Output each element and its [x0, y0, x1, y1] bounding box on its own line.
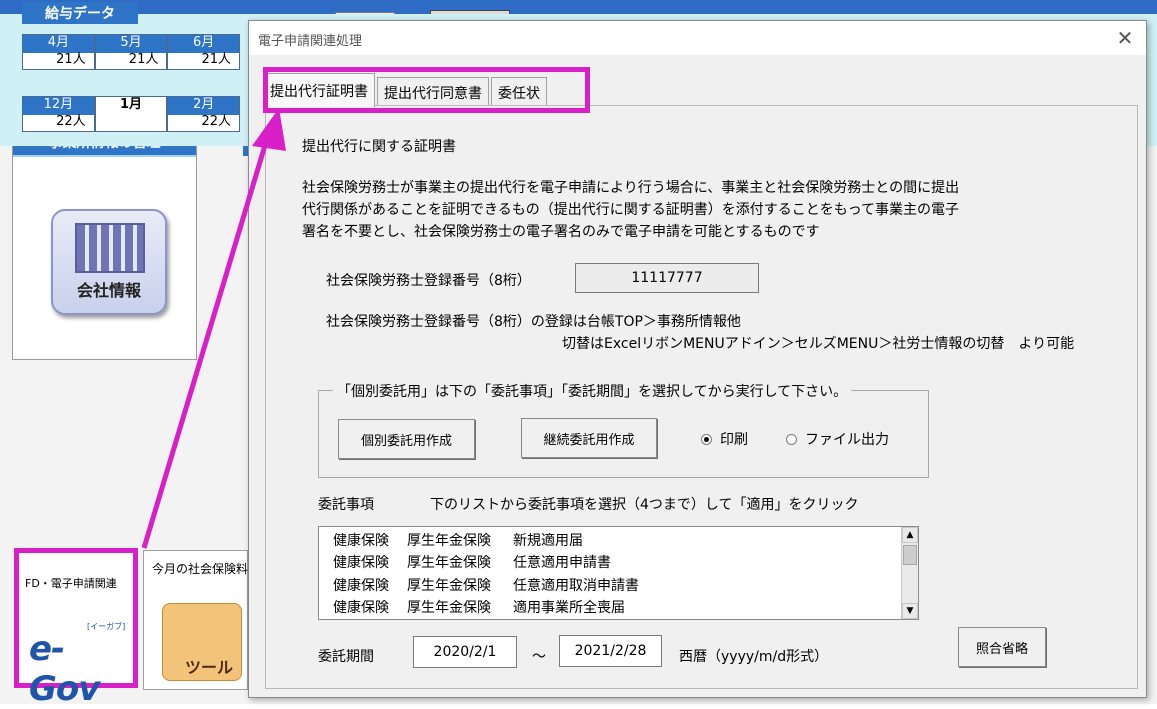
period-separator: ～ — [532, 649, 546, 665]
create-individual-delegation-button[interactable]: 個別委託用作成 — [338, 419, 475, 459]
building-icon — [75, 223, 145, 273]
delegation-period-label: 委託期間 — [318, 649, 374, 665]
skip-verification-button[interactable]: 照合省略 — [958, 627, 1046, 667]
period-end-input[interactable]: 2021/2/28 — [559, 635, 662, 667]
list-item[interactable]: 健康保険 厚生年金保険 任意適用取消申請書 — [333, 575, 639, 595]
list-item[interactable]: 健康保険 厚生年金保険 新規適用届 — [333, 530, 583, 550]
salary-data-header: 給与データ — [22, 2, 138, 24]
description-line: 代行関係があることを証明できるもの（提出代行に関する証明書）を添付することをもっ… — [302, 202, 960, 218]
create-continuous-delegation-button[interactable]: 継続委託用作成 — [521, 418, 657, 458]
delegation-items-instruction: 下のリストから委託事項を選択（4つまで）して「適用」をクリック — [430, 497, 859, 513]
office-info-panel: 事業所情報の管理 会社情報 — [12, 128, 197, 360]
delegation-group-box: 「個別委託用」は下の「委託事項」「委託期間」を選択してから実行して下さい。 個別… — [318, 381, 929, 478]
list-item[interactable]: 健康保険 厚生年金保険 適用事業所全喪届 — [333, 597, 625, 617]
company-info-button[interactable]: 会社情報 — [51, 209, 167, 315]
delegation-items-label: 委託事項 — [318, 497, 374, 513]
list-scrollbar[interactable]: ▲ ▼ — [901, 527, 918, 619]
period-start-input[interactable]: 2020/2/1 — [413, 636, 517, 668]
delegation-group-legend: 「個別委託用」は下の「委託事項」「委託期間」を選択してから実行して下さい。 — [333, 381, 852, 401]
egov-logo: e-Gov — [29, 629, 100, 709]
tab-page: 提出代行に関する証明書 社会保険労務士が事業主の提出代行を電子申請により行う場合… — [265, 105, 1138, 689]
tool-icon-label: ツール — [185, 658, 234, 677]
fd-e-application-label: FD・電子申請関連 — [25, 577, 117, 590]
list-item[interactable]: 健康保険 厚生年金保険 任意適用申請書 — [333, 552, 611, 572]
date-format-hint: 西暦（yyyy/m/d形式） — [679, 649, 829, 665]
e-application-dialog: 電子申請関連処理 ✕ 提出代行証明書 提出代行同意書 委任状 提出代行に関する証… — [248, 20, 1147, 698]
section-title: 提出代行に関する証明書 — [302, 139, 456, 155]
scroll-thumb[interactable] — [903, 545, 917, 565]
salary-month-row: 12月 22人 1月 2月 22人 — [22, 96, 241, 132]
salary-month-cell[interactable]: 5月 21人 — [94, 34, 168, 70]
social-insurance-tool-label: 今月の社会保険料 — [152, 562, 249, 576]
file-output-radio[interactable]: ファイル出力 — [786, 429, 889, 449]
description-line: 署名を不要とし、社会保険労務士の電子署名のみで電子申請を可能とするものです — [302, 224, 820, 240]
salary-month-cell[interactable]: 6月 21人 — [167, 34, 241, 70]
print-radio-label: 印刷 — [720, 432, 748, 448]
print-radio[interactable]: 印刷 — [701, 429, 748, 449]
salary-month-cell[interactable]: 4月 21人 — [22, 34, 95, 70]
file-output-radio-label: ファイル出力 — [805, 432, 889, 448]
tool-icon: ツール — [162, 603, 242, 681]
salary-month-cell-current[interactable]: 1月 — [94, 96, 168, 132]
registration-number-field: 11117777 — [575, 263, 759, 293]
salary-month-cell[interactable]: 2月 22人 — [167, 96, 241, 132]
salary-month-row: 4月 21人 5月 21人 6月 21人 — [22, 34, 241, 70]
tab-highlight-box — [263, 67, 590, 113]
fd-e-application-button[interactable]: FD・電子申請関連 [イーガブ] e-Gov — [14, 548, 138, 709]
company-info-label: 会社情報 — [76, 281, 141, 300]
radio-checked-icon — [701, 433, 712, 445]
description-line: 社会保険労務士が事業主の提出代行を電子申請により行う場合に、事業主と社会保険労務… — [302, 180, 960, 196]
close-icon[interactable]: ✕ — [1112, 25, 1138, 51]
salary-month-cell[interactable]: 12月 22人 — [22, 96, 95, 132]
dialog-title: 電子申請関連処理 — [258, 34, 363, 49]
delegation-items-listbox[interactable]: 健康保険 厚生年金保険 新規適用届 健康保険 厚生年金保険 任意適用申請書 健康保険 厚生… — [318, 526, 919, 620]
dialog-titlebar[interactable]: 電子申請関連処理 ✕ — [249, 21, 1146, 55]
registration-switch-note: 切替はExcelリボンMENUアドイン＞セルズMENU＞社労士情報の切替 より可… — [562, 336, 1075, 352]
scroll-up-icon[interactable]: ▲ — [902, 527, 918, 543]
scroll-down-icon[interactable]: ▼ — [902, 603, 918, 619]
social-insurance-tool-button[interactable]: 今月の社会保険料 ツール — [143, 550, 248, 690]
radio-unchecked-icon — [786, 433, 797, 445]
registration-number-label: 社会保険労務士登録番号（8桁） — [326, 273, 531, 289]
registration-note: 社会保険労務士登録番号（8桁）の登録は台帳TOP＞事務所情報他 — [326, 314, 741, 330]
salary-data-panel: 給与データ 4月 21人 5月 21人 6月 21人 12月 22人 1月 2月 22人 — [0, 0, 1157, 146]
